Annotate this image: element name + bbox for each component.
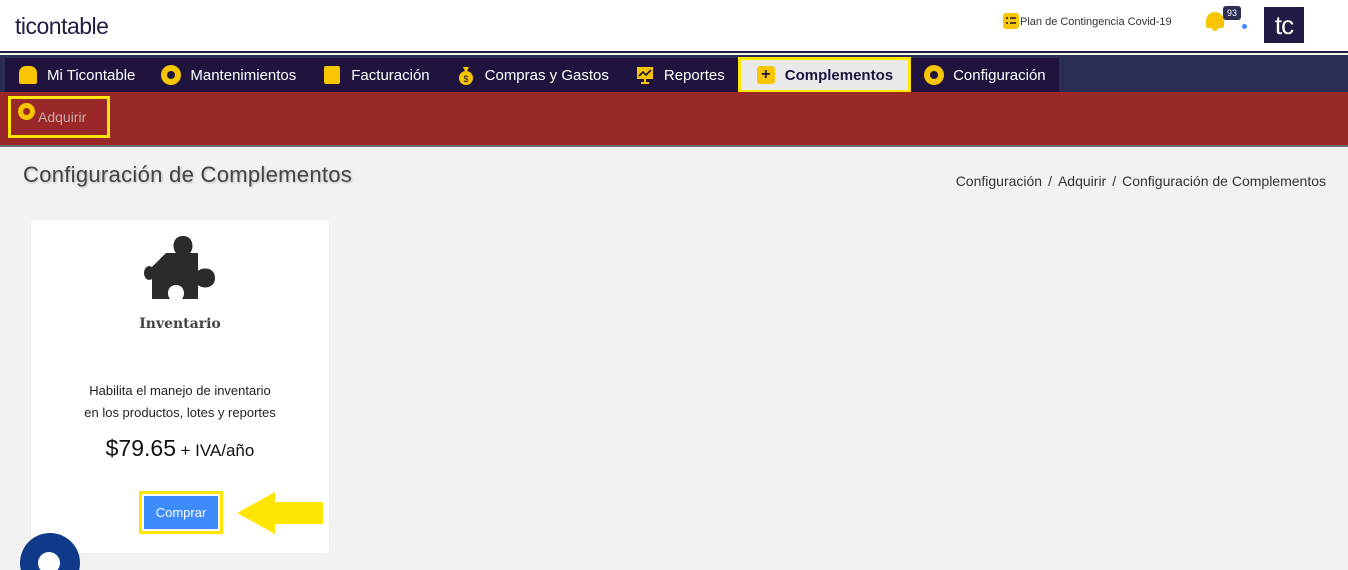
addon-price: $79.65 + IVA/año [31,435,329,462]
breadcrumb-separator: / [1048,173,1052,189]
breadcrumb-configuracion[interactable]: Configuración [956,173,1042,189]
home-icon [18,65,38,85]
invoice-icon [322,65,342,85]
nav-item-compras-gastos[interactable]: $ Compras y Gastos [443,58,622,92]
nav-item-mantenimientos[interactable]: Mantenimientos [148,58,309,92]
subnav-item-adquirir[interactable]: Adquirir [8,96,110,138]
money-bag-icon: $ [456,65,476,85]
notifications-button[interactable]: 93 [1206,6,1247,36]
gear-icon [161,65,182,85]
top-bar: ticontable Plan de Contingencia Covid-19… [0,0,1348,53]
nav-item-reportes[interactable]: Reportes [622,58,738,92]
arrow-left-icon [237,492,323,534]
covid-plan-label: Plan de Contingencia Covid-19 [1020,16,1172,28]
plus-icon: + [756,65,776,85]
page-title: Configuración de Complementos [23,162,353,187]
app-logo[interactable]: ticontable [15,13,109,40]
buy-button-highlight: Comprar [139,491,223,534]
checklist-icon [1003,13,1019,29]
breadcrumb-current: Configuración de Complementos [1122,173,1326,189]
nav-item-facturacion[interactable]: Facturación [309,58,442,92]
price-amount: $79.65 [105,435,176,461]
buy-button[interactable]: Comprar [144,496,218,529]
breadcrumb-separator: / [1112,173,1117,189]
gear-icon [924,65,945,85]
gear-icon [18,102,35,120]
nav-item-configuracion[interactable]: Configuración [911,58,1059,92]
notification-badge: 93 [1223,6,1242,20]
notification-dot [1242,24,1247,29]
main-nav: Mi Ticontable Mantenimientos Facturación… [0,55,1348,93]
chart-icon [635,65,655,85]
svg-text:$: $ [463,74,468,84]
breadcrumb: Configuración / Adquirir / Configuración… [956,173,1326,189]
addon-description: Habilita el manejo de inventario en los … [84,383,276,420]
sub-nav: Adquirir [0,92,1348,147]
price-suffix: + IVA/año [180,441,255,460]
covid-plan-link[interactable]: Plan de Contingencia Covid-19 [1003,13,1172,29]
nav-item-mi-ticontable[interactable]: Mi Ticontable [5,58,148,92]
avatar[interactable]: tc [1264,7,1304,43]
addon-name: Inventario [139,316,221,332]
breadcrumb-adquirir[interactable]: Adquirir [1058,173,1106,189]
bell-icon [1206,12,1224,31]
nav-item-complementos[interactable]: + Complementos [737,57,912,93]
puzzle-icon [144,236,215,299]
